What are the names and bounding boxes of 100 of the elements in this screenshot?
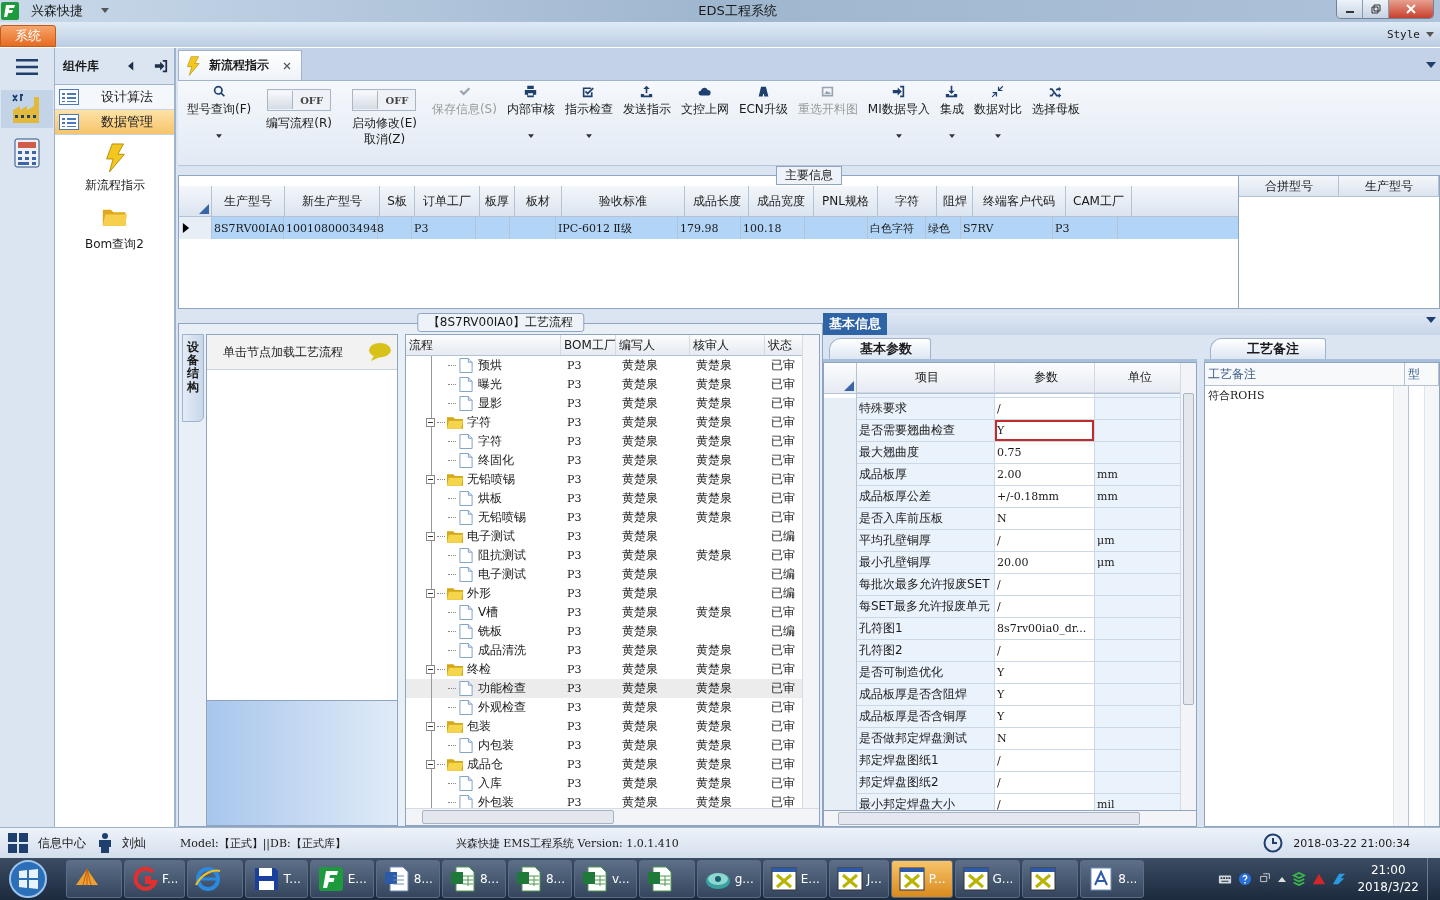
value-cell[interactable]: / — [995, 772, 1095, 794]
taskbar-button[interactable] — [66, 860, 122, 898]
sidebar-item[interactable]: 设计算法 — [55, 85, 174, 110]
toolbar-button[interactable]: 型号查询(F) — [182, 81, 257, 147]
tree-row[interactable]: 曝光 P3 黄楚泉 黄楚泉 已审 — [406, 375, 802, 394]
taskbar-button[interactable]: E... — [309, 860, 374, 898]
column-header[interactable]: CAM工厂 — [1066, 186, 1132, 216]
value-cell[interactable]: Y — [995, 684, 1095, 706]
column-header[interactable]: 板厚 — [480, 186, 515, 216]
expander-icon[interactable] — [426, 760, 435, 769]
toolbar-button[interactable]: 集成 — [934, 81, 969, 147]
tree-row[interactable]: 显影 P3 黄楚泉 黄楚泉 已审 — [406, 394, 802, 413]
tree-row[interactable]: 电子测试 P3 黄楚泉 已编 — [406, 527, 802, 546]
column-header[interactable]: PNL规格 — [814, 186, 878, 216]
column-header[interactable]: 板材 — [515, 186, 562, 216]
close-icon[interactable] — [283, 61, 291, 70]
tree-row[interactable]: 字符 P3 黄楚泉 黄楚泉 已审 — [406, 413, 802, 432]
value-cell[interactable]: Y — [995, 662, 1095, 684]
sub-tab[interactable]: 工艺备注 — [1210, 338, 1326, 359]
tree-row[interactable]: 预烘 P3 黄楚泉 黄楚泉 已审 — [406, 356, 802, 375]
tree-row[interactable]: 入库 P3 黄楚泉 黄楚泉 已审 — [406, 774, 802, 793]
column-header[interactable]: 订单工厂 — [415, 186, 480, 216]
column-header[interactable]: 字符 — [878, 186, 937, 216]
column-header[interactable]: 参数 — [995, 363, 1095, 393]
column-header[interactable]: 阻焊 — [937, 186, 973, 216]
restore-button[interactable] — [1363, 0, 1389, 18]
column-header[interactable]: S板 — [380, 186, 415, 216]
table-row[interactable]: 8S7RV00IA0 10010800034948 P3 IPC-6012 Ⅱ级 179.98 100.18 白色字符 绿色 S7RV P3 — [179, 217, 1238, 239]
column-header[interactable]: 成品长度 — [685, 186, 749, 216]
collapse-icon[interactable] — [128, 61, 134, 71]
side-tab[interactable]: 设备结构 — [182, 334, 204, 422]
document-tab[interactable]: 新流程指示 — [178, 50, 302, 80]
tree-row[interactable]: 成品清洗 P3 黄楚泉 黄楚泉 已审 — [406, 641, 802, 660]
value-cell[interactable]: / — [995, 750, 1095, 772]
launcher-item[interactable]: 新流程指示 — [55, 143, 174, 194]
row-header[interactable] — [179, 217, 212, 239]
expander-icon[interactable] — [426, 418, 435, 427]
column-header[interactable]: 编写人 — [616, 335, 690, 355]
tree-row[interactable]: 电子测试 P3 黄楚泉 已编 — [406, 565, 802, 584]
caret-up-icon[interactable] — [1278, 876, 1287, 882]
caret-icon[interactable] — [527, 134, 534, 138]
value-cell[interactable]: 8s7rv00ia0_dr... — [995, 618, 1095, 640]
tree-row[interactable]: 外包装 P3 黄楚泉 黄楚泉 已审 — [406, 793, 802, 808]
taskbar-button[interactable] — [187, 860, 244, 898]
toolbar-button[interactable]: 选择母板 — [1026, 81, 1085, 147]
tree-row[interactable]: V槽 P3 黄楚泉 黄楚泉 已审 — [406, 603, 802, 622]
taskbar-button[interactable]: E... — [762, 860, 827, 898]
help-icon[interactable] — [1238, 872, 1253, 886]
caret-icon[interactable] — [994, 134, 1001, 138]
tree-row[interactable]: 终检 P3 黄楚泉 黄楚泉 已审 — [406, 660, 802, 679]
value-cell[interactable]: Y — [995, 706, 1095, 728]
menu-icon[interactable] — [16, 58, 38, 76]
value-cell[interactable]: 20.00 — [995, 552, 1095, 574]
expander-icon[interactable] — [426, 532, 435, 541]
tree-row[interactable]: 烘板 P3 黄楚泉 黄楚泉 已审 — [406, 489, 802, 508]
column-header[interactable]: 型 — [1405, 363, 1439, 385]
expander-icon[interactable] — [426, 665, 435, 674]
taskbar-button[interactable]: T... — [245, 860, 308, 898]
toolbar-button[interactable]: ECN升级 — [733, 81, 793, 147]
taskbar-button[interactable]: 8... — [507, 860, 573, 898]
toolbar-button[interactable]: 发送指示 — [617, 81, 676, 147]
toolbar-button[interactable]: 数据对比 — [968, 81, 1027, 147]
toggle-switch[interactable]: OFF — [267, 89, 332, 111]
sub-tab[interactable]: 基本参数 — [829, 338, 931, 359]
minimize-button[interactable] — [1337, 0, 1363, 18]
taskbar-button[interactable]: 8... — [1080, 860, 1145, 898]
column-header[interactable]: 生产型号 — [212, 186, 285, 216]
launcher-item[interactable]: Bom查询2 — [55, 202, 174, 253]
sidebar-item[interactable]: 数据管理 — [55, 110, 174, 135]
panel-tab[interactable]: 基本信息 — [823, 313, 887, 335]
value-cell[interactable]: / — [995, 794, 1095, 810]
taskbar-button[interactable]: G... — [954, 860, 1021, 898]
column-header[interactable]: 合拼型号 — [1239, 176, 1339, 196]
toolbar-button[interactable]: 指示检查 — [559, 81, 618, 147]
tree-row[interactable]: 字符 P3 黄楚泉 黄楚泉 已审 — [406, 432, 802, 451]
tree-row[interactable]: 功能检查 P3 黄楚泉 黄楚泉 已审 — [406, 679, 802, 698]
toolbar-button[interactable]: 文控上网 — [675, 81, 734, 147]
taskbar-button[interactable]: J... — [828, 860, 889, 898]
taskbar-button[interactable]: v... — [574, 860, 637, 898]
value-cell[interactable]: / — [995, 398, 1095, 420]
tree-row[interactable]: 无铅喷锡 P3 黄楚泉 黄楚泉 已审 — [406, 508, 802, 527]
scrollbar[interactable] — [823, 811, 1197, 827]
toolbar-button[interactable]: 内部审核 — [501, 81, 560, 147]
expander-icon[interactable] — [426, 589, 435, 598]
column-header[interactable]: 流程 — [406, 335, 561, 355]
taskbar-clock[interactable]: 21:00 2018/3/22 — [1357, 862, 1419, 896]
corner-icon[interactable] — [199, 204, 209, 214]
caret-icon[interactable] — [895, 134, 902, 138]
caret-icon[interactable] — [101, 8, 109, 14]
tree-row[interactable]: 终固化 P3 黄楚泉 黄楚泉 已审 — [406, 451, 802, 470]
toggle-switch[interactable]: OFF — [352, 89, 417, 111]
value-cell[interactable]: / — [995, 640, 1095, 662]
column-header[interactable]: 核审人 — [690, 335, 765, 355]
calculator-icon[interactable] — [14, 138, 40, 168]
wing-icon[interactable] — [1332, 872, 1347, 886]
caret-icon[interactable] — [216, 134, 223, 138]
taskbar-button[interactable]: 8... — [375, 860, 440, 898]
style-menu[interactable]: Style — [1386, 28, 1420, 41]
taskbar-button[interactable]: g... — [696, 860, 761, 898]
value-cell[interactable]: +/-0.18mm — [995, 486, 1095, 508]
